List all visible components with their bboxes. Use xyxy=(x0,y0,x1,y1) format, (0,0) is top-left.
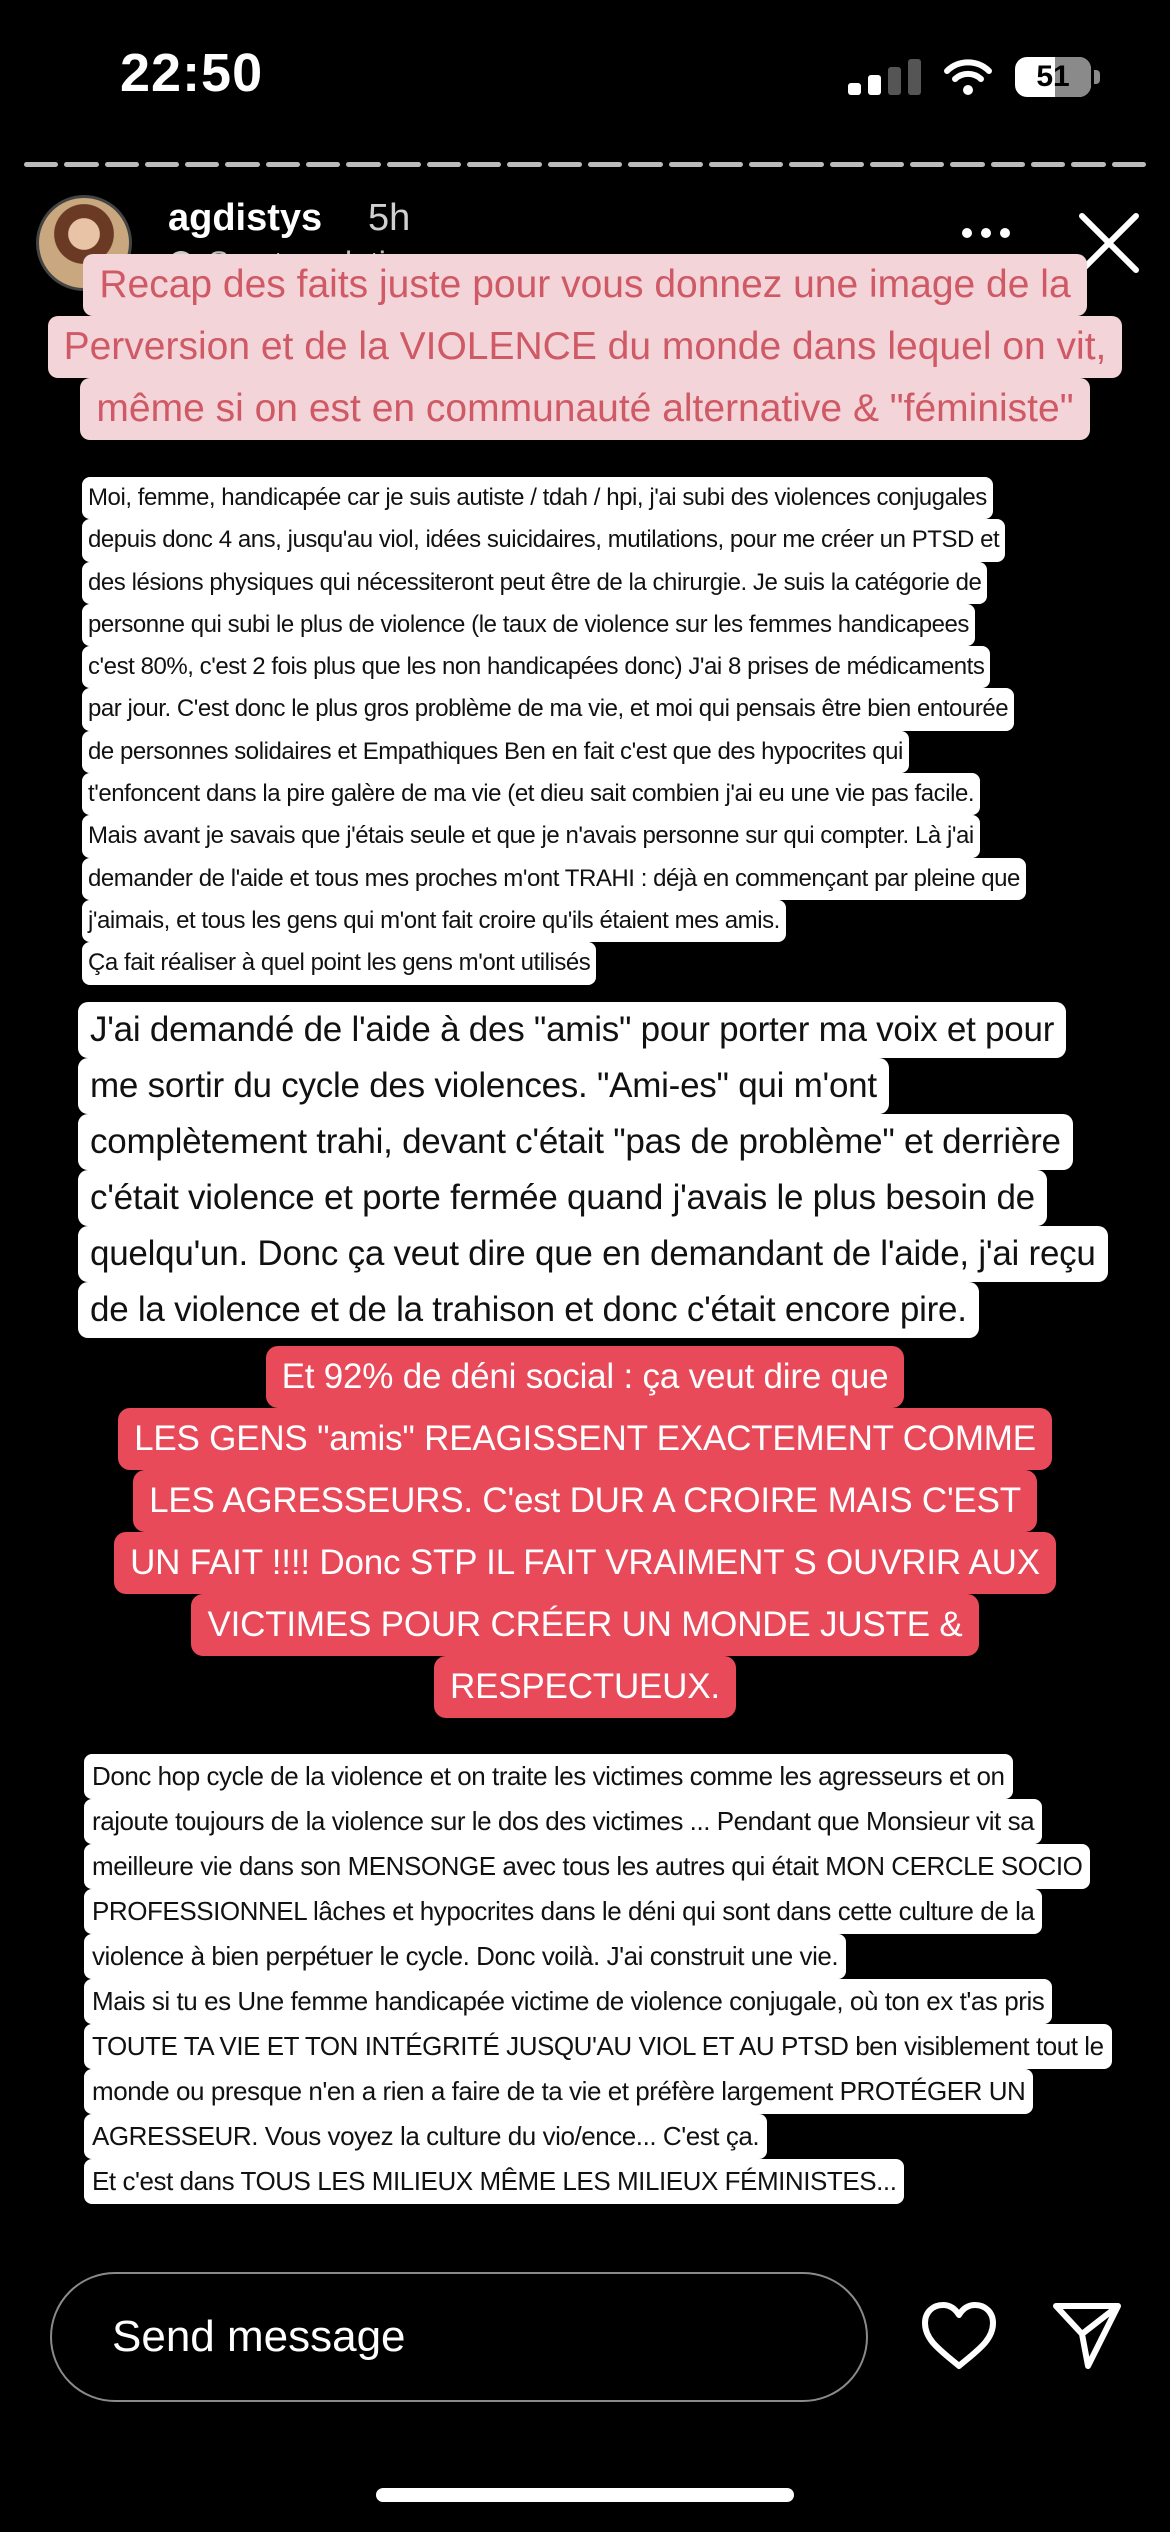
username[interactable]: agdistys xyxy=(168,197,322,240)
paragraph-line: depuis donc 4 ans, jusqu'au viol, idées … xyxy=(82,519,1006,562)
paragraph-line: demander de l'aide et tous mes proches m… xyxy=(82,857,1026,900)
paragraph-line: c'est 80%, c'est 2 fois plus que les non… xyxy=(82,646,991,689)
paragraph-line: violence à bien perpétuer le cycle. Donc… xyxy=(84,1934,847,1979)
highlight-line: UN FAIT !!!! Donc STP IL FAIT VRAIMENT S… xyxy=(114,1532,1056,1594)
story-paragraph-3: Donc hop cycle de la violence et on trai… xyxy=(84,1754,1112,2204)
story-progress-bar xyxy=(24,162,1146,167)
paragraph-line: rajoute toujours de la violence sur le d… xyxy=(84,1799,1043,1844)
more-options-icon[interactable] xyxy=(962,228,1010,238)
home-indicator[interactable] xyxy=(376,2488,794,2502)
paragraph-line: de la violence et de la trahison et donc… xyxy=(78,1282,979,1338)
story-paragraph-2: J'ai demandé de l'aide à des "amis" pour… xyxy=(78,1002,1108,1338)
send-message-input[interactable]: Send message xyxy=(50,2272,868,2402)
paragraph-line: quelqu'un. Donc ça veut dire que en dema… xyxy=(78,1226,1108,1282)
story-highlight-block: Et 92% de déni social : ça veut dire que… xyxy=(0,1346,1170,1718)
paragraph-line: AGRESSEUR. Vous voyez la culture du vio/… xyxy=(84,2114,768,2159)
paragraph-line: t'enfoncent dans la pire galère de ma vi… xyxy=(82,773,981,816)
status-time: 22:50 xyxy=(120,43,264,103)
battery-icon: 51 xyxy=(1015,57,1100,97)
paragraph-line: Moi, femme, handicapée car je suis autis… xyxy=(82,477,993,520)
cellular-signal-icon xyxy=(848,59,921,95)
send-icon[interactable] xyxy=(1050,2298,1124,2372)
paragraph-line: de personnes solidaires et Empathiques B… xyxy=(82,730,909,774)
paragraph-line: Mais avant je savais que j'étais seule e… xyxy=(82,815,980,858)
paragraph-line: TOUTE TA VIE ET TON INTÉGRITÉ JUSQU'AU V… xyxy=(84,2024,1112,2069)
battery-level: 51 xyxy=(1036,60,1070,93)
heart-icon[interactable] xyxy=(920,2300,998,2372)
paragraph-line: des lésions physiques qui nécessiteront … xyxy=(82,561,988,604)
paragraph-line: Mais si tu es Une femme handicapée victi… xyxy=(84,1979,1053,2024)
story-time-ago: 5h xyxy=(368,197,411,239)
highlight-line: Et 92% de déni social : ça veut dire que xyxy=(265,1346,905,1408)
story-title-block: Recap des faits juste pour vous donnez u… xyxy=(0,254,1170,440)
paragraph-line: Et c'est dans TOUS LES MILIEUX MÊME LES … xyxy=(84,2159,905,2204)
paragraph-line: monde ou presque n'en a rien a faire de … xyxy=(84,2069,1034,2114)
paragraph-line: me sortir du cycle des violences. "Ami-e… xyxy=(78,1058,889,1114)
title-line: Recap des faits juste pour vous donnez u… xyxy=(83,254,1087,316)
paragraph-line: complètement trahi, devant c'était "pas … xyxy=(78,1114,1073,1170)
paragraph-line: personne qui subi le plus de violence (l… xyxy=(82,603,975,647)
paragraph-line: PROFESSIONNEL lâches et hypocrites dans … xyxy=(84,1889,1043,1934)
highlight-line: RESPECTUEUX. xyxy=(434,1656,736,1718)
send-message-placeholder: Send message xyxy=(112,2312,406,2361)
paragraph-line: j'aimais, et tous les gens qui m'ont fai… xyxy=(82,899,786,943)
highlight-line: LES GENS "amis" REAGISSENT EXACTEMENT CO… xyxy=(118,1408,1052,1470)
paragraph-line: par jour. C'est donc le plus gros problè… xyxy=(82,688,1015,731)
paragraph-line: c'était violence et porte fermée quand j… xyxy=(78,1170,1047,1226)
highlight-line: VICTIMES POUR CRÉER UN MONDE JUSTE & xyxy=(191,1594,979,1656)
title-line: même si on est en communauté alternative… xyxy=(80,378,1090,440)
paragraph-line: Ça fait réaliser à quel point les gens m… xyxy=(82,942,597,985)
paragraph-line: J'ai demandé de l'aide à des "amis" pour… xyxy=(78,1002,1067,1058)
highlight-line: LES AGRESSEURS. C'est DUR A CROIRE MAIS … xyxy=(133,1470,1037,1532)
paragraph-line: meilleure vie dans son MENSONGE avec tou… xyxy=(84,1844,1091,1889)
status-icons: 51 xyxy=(848,52,1100,102)
paragraph-line: Donc hop cycle de la violence et on trai… xyxy=(84,1754,1013,1799)
story-paragraph-1: Moi, femme, handicapée car je suis autis… xyxy=(82,477,1026,985)
wifi-icon xyxy=(944,59,992,95)
title-line: Perversion et de la VIOLENCE du monde da… xyxy=(47,316,1123,378)
